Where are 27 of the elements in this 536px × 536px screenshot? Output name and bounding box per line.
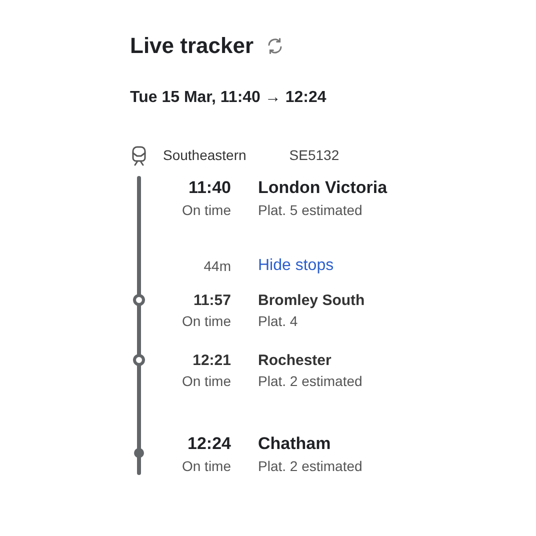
stop-status: On time — [182, 312, 231, 331]
stop-time: 12:24 — [188, 433, 231, 455]
stop-status: On time — [182, 372, 231, 391]
platform-info: Plat. 2 estimated — [258, 457, 362, 476]
stop-marker — [133, 294, 145, 306]
hide-stops-link[interactable]: Hide stops — [258, 254, 334, 278]
train-icon — [130, 146, 148, 166]
stop-status: On time — [182, 201, 231, 220]
station-name: Bromley South — [258, 291, 365, 311]
stop-time: 11:57 — [193, 291, 231, 311]
journey-duration: 44m — [202, 256, 231, 276]
stop-marker — [133, 354, 145, 366]
operator-name: Southeastern — [163, 146, 246, 165]
platform-info: Plat. 4 — [258, 312, 299, 331]
journey-summary: Tue 15 Mar, 11:40 → 12:24 — [130, 88, 328, 108]
page-title: Live tracker — [130, 32, 254, 60]
platform-info: Plat. 5 estimated — [258, 201, 364, 220]
stop-time: 11:40 — [188, 177, 231, 199]
platform-info: Plat. 2 estimated — [258, 372, 362, 391]
refresh-icon[interactable] — [266, 37, 284, 55]
station-name: London Victoria — [258, 177, 388, 199]
stop-status: On time — [182, 457, 231, 476]
station-name: Rochester — [258, 351, 332, 371]
service-code: SE5132 — [289, 146, 340, 165]
destination-marker — [134, 448, 144, 458]
station-name: Chatham — [258, 433, 332, 455]
stop-time: 12:21 — [192, 351, 231, 371]
